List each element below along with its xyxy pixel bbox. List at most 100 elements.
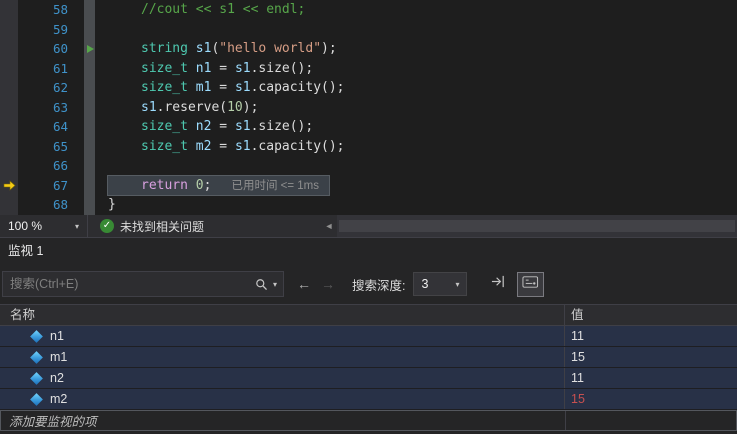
arrow-to-bar-toggle-button[interactable] [485,272,512,297]
change-margin [84,156,95,176]
line-number[interactable]: 58 [18,0,68,20]
watch-add-row[interactable]: 添加要监视的项 [0,410,737,431]
watch-name-cell[interactable]: n2 [0,368,565,388]
code-line-65[interactable]: 65 size_t m2 = s1.capacity(); [0,137,737,157]
search-input[interactable] [3,277,252,291]
code-text[interactable]: } [108,195,116,215]
code-line-66[interactable]: 66 [0,156,737,176]
breakpoint-gutter[interactable] [0,0,18,20]
code-text[interactable] [108,156,141,176]
code-text[interactable]: size_t n1 = s1.size(); [108,59,313,79]
code-editor[interactable]: 58 //cout << s1 << endl; 59 60 string s1… [0,0,737,215]
document-health-indicator[interactable]: ✓ 未找到相关问题 [88,218,216,235]
line-number[interactable]: 67 [18,176,68,196]
code-token: ); [321,41,337,56]
breakpoint-gutter[interactable] [0,78,18,98]
code-text[interactable]: return 0;已用时间 <= 1ms [108,176,329,196]
scrollbar-left-arrow-icon[interactable]: ◄ [321,221,337,231]
search-depth-select[interactable]: 3 ▾ [413,272,467,296]
health-message: 未找到相关问题 [120,218,204,235]
code-token: .capacity(); [251,139,345,154]
watch-value-cell[interactable]: 15 [565,347,737,367]
chevron-down-icon[interactable]: ▾ [271,280,283,289]
watch-search-box[interactable]: ▾ [2,271,284,297]
breakpoint-gutter[interactable] [0,59,18,79]
code-line-68[interactable]: 68 } [0,195,737,215]
watch-row[interactable]: n2 11 [0,368,737,389]
breakpoint-gutter[interactable] [0,176,18,196]
code-text[interactable]: size_t m2 = s1.capacity(); [108,137,345,157]
line-number[interactable]: 63 [18,98,68,118]
tab-key-icon [522,275,539,294]
code-token: 10 [227,100,243,115]
line-number[interactable]: 66 [18,156,68,176]
code-line-61[interactable]: 61 size_t n1 = s1.size(); [0,59,737,79]
change-margin [84,137,95,157]
code-text[interactable]: string s1("hello world"); [108,39,337,59]
column-header-name[interactable]: 名称 [0,305,565,325]
code-token: ); [243,100,259,115]
code-text[interactable]: s1.reserve(10); [108,98,258,118]
line-number[interactable]: 60 [18,39,68,59]
code-line-60[interactable]: 60 string s1("hello world"); [0,39,737,59]
code-token: = [211,80,234,95]
search-back-arrow-icon[interactable]: ← [292,276,316,292]
watch-value-cell[interactable]: 15 [565,389,737,409]
tab-key-toggle-button[interactable] [517,272,544,297]
scrollbar-thumb[interactable] [339,220,735,232]
watch-row[interactable]: m1 15 [0,347,737,368]
code-line-59[interactable]: 59 [0,20,737,40]
code-token: = [211,119,234,134]
watch-row[interactable]: n1 11 [0,326,737,347]
watch-value-cell[interactable]: 11 [565,326,737,346]
watch-row[interactable]: m2 15 [0,389,737,410]
code-text[interactable]: size_t m1 = s1.capacity(); [108,78,345,98]
breakpoint-gutter[interactable] [0,137,18,157]
code-line-67[interactable]: 67 return 0;已用时间 <= 1ms [0,176,737,196]
watch-name-cell[interactable]: m1 [0,347,565,367]
code-line-63[interactable]: 63 s1.reserve(10); [0,98,737,118]
chevron-down-icon: ▾ [455,280,459,289]
code-line-58[interactable]: 58 //cout << s1 << endl; [0,0,737,20]
column-header-value[interactable]: 值 [565,305,737,325]
watch-name-cell[interactable]: n1 [0,326,565,346]
line-number[interactable]: 61 [18,59,68,79]
watch-add-value-cell[interactable] [566,411,736,430]
watch-name-cell[interactable]: m2 [0,389,565,409]
breakpoint-gutter[interactable] [0,39,18,59]
watch-add-cell[interactable]: 添加要监视的项 [1,411,566,430]
watch-panel-title[interactable]: 监视 1 [0,238,737,264]
code-token: .size(); [251,119,314,134]
line-number[interactable]: 62 [18,78,68,98]
watch-value-cell[interactable]: 11 [565,368,737,388]
code-text[interactable]: size_t n2 = s1.size(); [108,117,313,137]
line-number[interactable]: 59 [18,20,68,40]
code-token: 0 [196,178,204,193]
line-number[interactable]: 64 [18,117,68,137]
code-token: = [211,139,234,154]
search-forward-arrow-icon[interactable]: → [316,276,340,292]
search-icon[interactable] [252,278,271,291]
code-token: s1 [196,41,212,56]
zoom-control[interactable]: 100 % ▾ [0,215,88,237]
perf-tip: 已用时间 <= 1ms [231,180,319,192]
change-margin [84,59,95,79]
code-line-64[interactable]: 64 size_t n2 = s1.size(); [0,117,737,137]
code-token: size_t [141,61,196,76]
breakpoint-gutter[interactable] [0,117,18,137]
horizontal-scrollbar[interactable] [337,215,737,237]
change-margin [84,20,95,40]
code-token: m2 [196,139,212,154]
line-number[interactable]: 68 [18,195,68,215]
visual-studio-debug-view: 58 //cout << s1 << endl; 59 60 string s1… [0,0,737,434]
chevron-down-icon: ▾ [75,222,79,231]
breakpoint-gutter[interactable] [0,156,18,176]
code-token: = [211,61,234,76]
code-text[interactable]: //cout << s1 << endl; [108,0,305,20]
code-line-62[interactable]: 62 size_t m1 = s1.capacity(); [0,78,737,98]
breakpoint-gutter[interactable] [0,98,18,118]
code-text[interactable] [108,20,141,40]
breakpoint-gutter[interactable] [0,195,18,215]
breakpoint-gutter[interactable] [0,20,18,40]
line-number[interactable]: 65 [18,137,68,157]
